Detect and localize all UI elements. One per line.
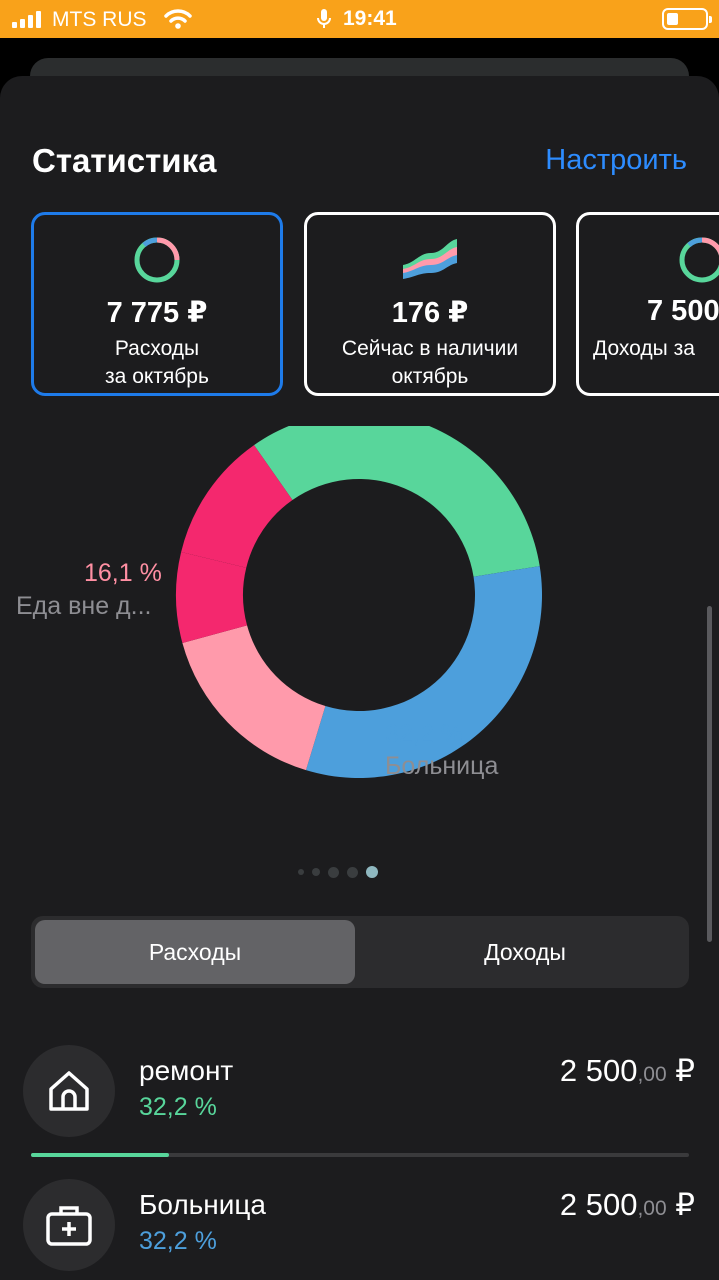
card-label: Доходы за xyxy=(593,337,695,360)
page-dot[interactable] xyxy=(347,866,358,878)
list-item[interactable]: ремонт 32,2 % 2 500,00 ₽ xyxy=(0,1045,719,1165)
card-amount: 176 ₽ xyxy=(391,297,469,329)
card-expenses[interactable]: 7 775 ₽ Расходы за октябрь xyxy=(31,212,283,396)
status-bar: MTS RUS 19:41 xyxy=(0,0,719,38)
category-progress xyxy=(31,1153,689,1157)
donut-icon xyxy=(134,237,180,283)
card-income[interactable]: 7 500 Доходы за xyxy=(576,212,719,396)
page-dot[interactable] xyxy=(328,866,339,878)
carrier-name: MTS RUS xyxy=(52,8,147,31)
page-indicator[interactable] xyxy=(298,866,378,878)
category-name: ремонт xyxy=(139,1055,234,1086)
category-icon-circle xyxy=(23,1045,115,1137)
chart-label-category: Больница xyxy=(385,752,499,780)
microphone-icon xyxy=(317,9,331,28)
statistics-sheet: Статистика Настроить 7 775 ₽ Расходы за … xyxy=(0,76,719,1280)
tab-expenses[interactable]: Расходы xyxy=(35,920,355,984)
page-title: Статистика xyxy=(32,142,217,179)
chart-label-category: Еда вне д... xyxy=(16,592,152,620)
wifi-icon xyxy=(164,9,192,29)
category-amount: 2 500,00 ₽ xyxy=(559,1053,695,1088)
page-dot[interactable] xyxy=(312,868,320,876)
category-name: Больница xyxy=(139,1189,266,1220)
medkit-icon xyxy=(46,1206,92,1246)
house-icon xyxy=(49,1071,89,1111)
donut-icon xyxy=(679,237,719,283)
card-label: Расходы за октябрь xyxy=(105,337,209,388)
tab-income[interactable]: Доходы xyxy=(365,920,685,984)
clock: 19:41 xyxy=(343,7,397,30)
chart-label-percent: 16,1 % xyxy=(84,559,162,587)
scrollbar[interactable] xyxy=(707,606,712,942)
page-dot[interactable] xyxy=(366,866,378,878)
donut-slice[interactable] xyxy=(254,426,540,577)
wave-chart-icon xyxy=(403,239,457,279)
battery-icon xyxy=(662,8,712,30)
page-dot[interactable] xyxy=(298,869,304,875)
card-amount: 7 500 xyxy=(647,295,719,327)
card-balance[interactable]: 176 ₽ Сейчас в наличии октябрь xyxy=(304,212,556,396)
chart-label-percent: 32,2 % xyxy=(385,720,463,748)
configure-button[interactable]: Настроить xyxy=(545,144,687,177)
category-amount: 2 500,00 ₽ xyxy=(559,1187,695,1222)
category-percent: 32,2 % xyxy=(139,1227,217,1255)
card-amount: 7 775 ₽ xyxy=(106,297,208,329)
card-label: Сейчас в наличии октябрь xyxy=(341,337,519,388)
signal-icon xyxy=(12,10,41,28)
category-percent: 32,2 % xyxy=(139,1093,217,1121)
category-icon-circle xyxy=(23,1179,115,1271)
list-item[interactable]: Больница 32,2 % 2 500,00 ₽ xyxy=(0,1179,719,1280)
donut-slice[interactable] xyxy=(182,625,326,771)
type-segmented-control: Расходы Доходы xyxy=(31,916,689,988)
